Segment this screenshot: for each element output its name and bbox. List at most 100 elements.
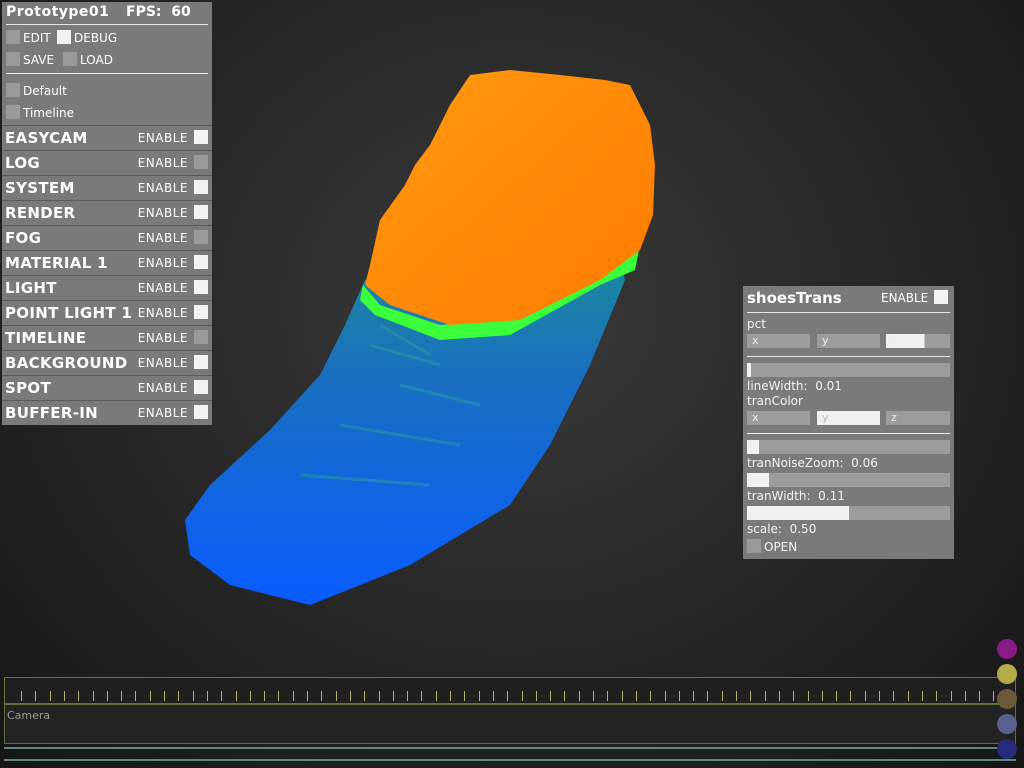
line-width-slider[interactable] (747, 363, 950, 377)
timeline-tick (192, 691, 194, 701)
color-marker[interactable] (997, 739, 1017, 759)
timeline-tick (178, 691, 180, 701)
section-enable-checkbox[interactable] (194, 305, 208, 319)
timeline-tick (693, 691, 695, 701)
section-row[interactable]: BACKGROUND ENABLE (2, 350, 212, 374)
enable-label: ENABLE (137, 181, 188, 195)
section-name: LIGHT (5, 279, 57, 297)
timeline-tick (550, 691, 552, 701)
timeline-tick (821, 691, 823, 701)
color-marker[interactable] (997, 689, 1017, 709)
slider-fill (747, 363, 751, 377)
pct-y-field[interactable]: y (817, 334, 880, 348)
tran-noise-zoom-readout: tranNoiseZoom: 0.06 (747, 456, 878, 470)
camera-track[interactable]: Camera (4, 704, 1016, 744)
slider-fill (747, 440, 760, 454)
save-button[interactable] (6, 52, 20, 66)
section-enable-checkbox[interactable] (194, 355, 208, 369)
panel-title: shoesTrans (747, 289, 842, 307)
section-enable-checkbox[interactable] (194, 330, 208, 344)
tran-width-slider[interactable] (747, 473, 950, 487)
timeline-tick (521, 691, 523, 701)
scale-slider[interactable] (747, 506, 950, 520)
tran-color-z-field[interactable]: z (886, 411, 950, 425)
timeline-tick (936, 691, 938, 701)
debug-checkbox[interactable] (57, 30, 71, 44)
timeline-preset-button[interactable] (6, 105, 20, 119)
timeline-tick (993, 691, 995, 701)
timeline-tick (335, 691, 337, 701)
tran-color-y-field[interactable]: y (817, 411, 880, 425)
timeline-tick (307, 691, 308, 701)
pct-z-field[interactable]: z (886, 334, 950, 348)
section-row[interactable]: SPOT ENABLE (2, 375, 212, 399)
load-label: LOAD (80, 53, 113, 67)
timeline-tick (664, 691, 666, 701)
section-name: EASYCAM (5, 129, 88, 147)
section-enable-checkbox[interactable] (194, 405, 208, 419)
timeline-scrollbar[interactable] (4, 747, 1016, 761)
section-enable-checkbox[interactable] (194, 155, 208, 169)
color-marker[interactable] (997, 639, 1017, 659)
section-enable-checkbox[interactable] (194, 280, 208, 294)
open-checkbox[interactable] (747, 539, 761, 553)
timeline: Camera (4, 639, 1020, 768)
section-row[interactable]: RENDER ENABLE (2, 200, 212, 224)
timeline-tick (507, 691, 509, 701)
section-row[interactable]: SYSTEM ENABLE (2, 175, 212, 199)
timeline-tick (235, 691, 237, 701)
section-enable-checkbox[interactable] (194, 180, 208, 194)
timeline-tick (221, 691, 223, 701)
color-marker[interactable] (997, 664, 1017, 684)
slider-fill (747, 506, 849, 520)
timeline-tick (92, 691, 94, 701)
section-row[interactable]: FOG ENABLE (2, 225, 212, 249)
timeline-tick (63, 691, 65, 701)
section-enable-checkbox[interactable] (194, 380, 208, 394)
section-row[interactable]: LOG ENABLE (2, 150, 212, 174)
section-name: FOG (5, 229, 42, 247)
edit-checkbox[interactable] (6, 30, 20, 44)
section-enable-checkbox[interactable] (194, 130, 208, 144)
color-marker[interactable] (997, 714, 1017, 734)
default-preset-button[interactable] (6, 83, 20, 97)
section-enable-checkbox[interactable] (194, 230, 208, 244)
load-button[interactable] (63, 52, 77, 66)
enable-label: ENABLE (137, 331, 188, 345)
timeline-tick (750, 691, 752, 701)
section-enable-checkbox[interactable] (194, 255, 208, 269)
timeline-tick (407, 691, 409, 701)
section-name: SYSTEM (5, 179, 75, 197)
section-row[interactable]: MATERIAL 1 ENABLE (2, 250, 212, 274)
timeline-tick (321, 691, 323, 701)
timeline-tick (979, 691, 981, 701)
timeline-tick (578, 691, 580, 701)
timeline-tick (864, 691, 866, 701)
section-enable-checkbox[interactable] (194, 205, 208, 219)
timeline-tick (435, 691, 437, 701)
section-row[interactable]: TIMELINE ENABLE (2, 325, 212, 349)
timeline-ruler[interactable] (4, 677, 1016, 704)
section-name: POINT LIGHT 1 (5, 304, 133, 322)
timeline-tick (78, 691, 80, 701)
timeline-tick (535, 691, 537, 701)
timeline-tick (121, 691, 123, 701)
timeline-tick (793, 691, 795, 701)
section-row[interactable]: BUFFER-IN ENABLE (2, 400, 212, 424)
shoes-trans-panel: shoesTrans ENABLE pct x y z lineWidth: 0… (743, 286, 954, 559)
timeline-tick (807, 691, 809, 701)
timeline-tick (950, 691, 952, 701)
section-row[interactable]: POINT LIGHT 1 ENABLE (2, 300, 212, 324)
timeline-tick (893, 691, 895, 701)
pct-x-field[interactable]: x (747, 334, 810, 348)
tran-noise-zoom-slider[interactable] (747, 440, 950, 454)
timeline-tick (879, 691, 880, 701)
enable-label: ENABLE (137, 381, 188, 395)
scale-readout: scale: 0.50 (747, 522, 817, 536)
timeline-tick (921, 691, 923, 701)
tran-color-x-field[interactable]: x (747, 411, 810, 425)
section-row[interactable]: LIGHT ENABLE (2, 275, 212, 299)
enable-label: ENABLE (137, 156, 188, 170)
section-row[interactable]: EASYCAM ENABLE (2, 125, 212, 149)
shoes-trans-enable-checkbox[interactable] (934, 290, 948, 304)
